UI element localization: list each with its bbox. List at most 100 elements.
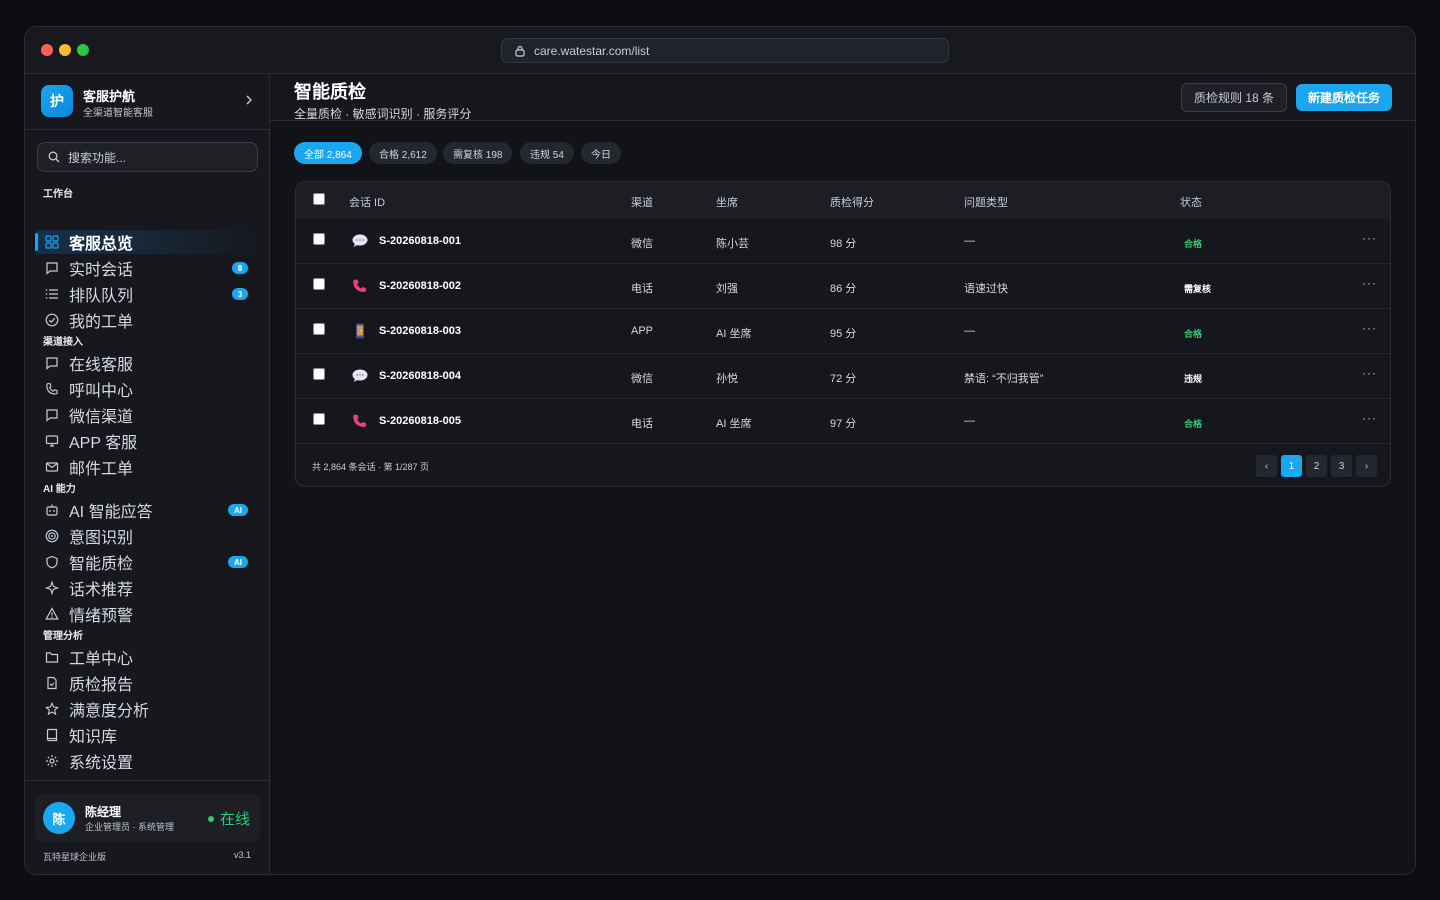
- agent-cell: 刘强: [716, 283, 738, 295]
- page-button-3[interactable]: 3: [1331, 455, 1352, 477]
- table-row[interactable]: S-20260818-002 电话 刘强 86 分 语速过快 需复核 ···: [296, 264, 1390, 309]
- page-button-2[interactable]: 2: [1306, 455, 1327, 477]
- phone-icon: [353, 279, 367, 292]
- channel-cell: 电话: [631, 283, 653, 295]
- sidebar-item-knowledge[interactable]: 知识库: [35, 723, 260, 747]
- row-checkbox[interactable]: [313, 413, 325, 425]
- row-checkbox[interactable]: [313, 323, 325, 335]
- filter-chip-all[interactable]: 全部 2,864: [294, 142, 362, 164]
- sidebar-item-label: AI 智能应答: [69, 504, 153, 521]
- session-id[interactable]: S-20260818-005: [379, 415, 461, 427]
- app-window: care.watestar.com/list 护 客服护航 全渠道智能客服 搜索…: [24, 26, 1416, 875]
- row-checkbox[interactable]: [313, 278, 325, 290]
- more-actions-button[interactable]: ···: [1362, 276, 1377, 290]
- more-actions-button[interactable]: ···: [1362, 321, 1377, 335]
- sidebar-item-my-tickets[interactable]: 我的工单: [35, 308, 260, 332]
- check-circle-icon: [45, 313, 59, 327]
- sidebar-item-emotion-alert[interactable]: 情绪预警: [35, 602, 260, 626]
- sidebar-item-quality[interactable]: 智能质检 AI: [35, 550, 260, 574]
- table-row[interactable]: S-20260818-001 微信 陈小芸 98 分 — 合格 ···: [296, 219, 1390, 264]
- sidebar-item-queue[interactable]: 排队队列 3: [35, 282, 260, 306]
- sidebar-item-settings[interactable]: 系统设置: [35, 749, 260, 773]
- chat-icon: [46, 262, 58, 275]
- sidebar-item-live-chat[interactable]: 实时会话 8: [35, 256, 260, 280]
- pagination-info: 共 2,864 条会话 · 第 1/287 页: [312, 462, 430, 472]
- more-actions-button[interactable]: ···: [1362, 231, 1377, 245]
- sidebar-item-label: 实时会话: [69, 262, 134, 279]
- ai-badge: AI: [228, 556, 248, 568]
- sidebar-item-ai-answer[interactable]: AI 智能应答 AI: [35, 498, 260, 522]
- more-actions-button[interactable]: ···: [1362, 411, 1377, 425]
- filter-chip-today[interactable]: 今日: [581, 142, 621, 164]
- maximize-window-button[interactable]: [77, 44, 89, 56]
- column-header: 会话 ID: [349, 197, 386, 209]
- list-icon: [45, 289, 58, 299]
- warning-icon: [45, 607, 59, 620]
- status-badge: 合格: [1184, 329, 1203, 339]
- sidebar-item-app-service[interactable]: APP 客服: [35, 429, 260, 453]
- phone-icon: [46, 382, 58, 395]
- sidebar-item-overview[interactable]: 客服总览: [35, 230, 260, 254]
- session-id[interactable]: S-20260818-002: [379, 280, 461, 292]
- edition-label: 瓦特星球企业版: [43, 852, 107, 862]
- new-task-button[interactable]: 新建质检任务: [1296, 84, 1392, 111]
- next-page-button[interactable]: ›: [1356, 455, 1377, 477]
- star-icon: [45, 702, 59, 716]
- issue-cell: —: [964, 415, 975, 427]
- robot-icon: [46, 504, 58, 516]
- status-badge: 违规: [1184, 374, 1203, 384]
- table-footer: 共 2,864 条会话 · 第 1/287 页 ‹ 1 2 3 ›: [296, 444, 1390, 486]
- section-title-workbench: 工作台: [43, 189, 73, 200]
- table-row[interactable]: S-20260818-005 电话 AI 坐席 97 分 — 合格 ···: [296, 399, 1390, 444]
- prev-page-button[interactable]: ‹: [1256, 455, 1277, 477]
- sidebar-item-call-center[interactable]: 呼叫中心: [35, 377, 260, 401]
- table-row[interactable]: S-20260818-003 APP AI 坐席 95 分 — 合格 ···: [296, 309, 1390, 354]
- issue-cell: —: [964, 325, 975, 337]
- row-checkbox[interactable]: [313, 368, 325, 380]
- column-header: 问题类型: [964, 197, 1008, 209]
- book-icon: [46, 728, 58, 742]
- sidebar-item-intent[interactable]: 意图识别: [35, 524, 260, 548]
- column-header: 状态: [1180, 197, 1202, 209]
- page-subtitle: 全量质检 · 敏感词识别 · 服务评分: [294, 107, 472, 121]
- url-text: care.watestar.com/list: [534, 43, 650, 58]
- table-row[interactable]: S-20260818-004 微信 孙悦 72 分 禁语: “不归我管” 违规 …: [296, 354, 1390, 399]
- row-checkbox[interactable]: [313, 233, 325, 245]
- sidebar-item-label: 智能质检: [69, 556, 134, 573]
- url-bar[interactable]: care.watestar.com/list: [501, 38, 949, 63]
- sidebar-item-qc-report[interactable]: 质检报告: [35, 671, 260, 695]
- agent-cell: 孙悦: [716, 373, 738, 385]
- sidebar-item-email-ticket[interactable]: 邮件工单: [35, 455, 260, 479]
- user-card[interactable]: 陈 陈经理 企业管理员 · 系统管理 在线: [35, 794, 260, 842]
- issue-cell: 禁语: “不归我管”: [964, 373, 1044, 385]
- session-id[interactable]: S-20260818-004: [379, 370, 461, 382]
- search-input[interactable]: 搜索功能...: [37, 142, 258, 172]
- brand-switcher[interactable]: 护 客服护航 全渠道智能客服: [41, 85, 255, 119]
- filter-chip-review[interactable]: 需复核 198: [443, 142, 513, 164]
- rules-button[interactable]: 质检规则 18 条: [1181, 83, 1287, 112]
- session-id[interactable]: S-20260818-003: [379, 325, 461, 337]
- sidebar-item-label: 质检报告: [69, 677, 134, 694]
- filter-chip-violation[interactable]: 违规 54: [520, 142, 574, 164]
- score-cell: 97 分: [830, 418, 857, 430]
- page-button-1[interactable]: 1: [1281, 455, 1302, 477]
- sidebar-item-script-recommend[interactable]: 话术推荐: [35, 576, 260, 600]
- sidebar-item-label: 在线客服: [69, 357, 134, 374]
- grid-icon: [45, 235, 59, 249]
- sidebar-item-label: 满意度分析: [69, 703, 150, 720]
- select-all-checkbox[interactable]: [313, 193, 325, 205]
- close-window-button[interactable]: [41, 44, 53, 56]
- divider: [25, 780, 269, 781]
- filter-chip-pass[interactable]: 合格 2,612: [369, 142, 437, 164]
- sidebar-item-online-service[interactable]: 在线客服: [35, 351, 260, 375]
- issue-cell: 语速过快: [964, 283, 1008, 295]
- minimize-window-button[interactable]: [59, 44, 71, 56]
- channel-cell: APP: [631, 325, 654, 337]
- session-id[interactable]: S-20260818-001: [379, 235, 461, 247]
- status-badge: 合格: [1184, 239, 1203, 249]
- more-actions-button[interactable]: ···: [1362, 366, 1377, 380]
- sidebar-item-wechat[interactable]: 微信渠道: [35, 403, 260, 427]
- sidebar-item-label: 话术推荐: [69, 582, 134, 599]
- sidebar-item-ticket-center[interactable]: 工单中心: [35, 645, 260, 669]
- sidebar-item-satisfaction[interactable]: 满意度分析: [35, 697, 260, 721]
